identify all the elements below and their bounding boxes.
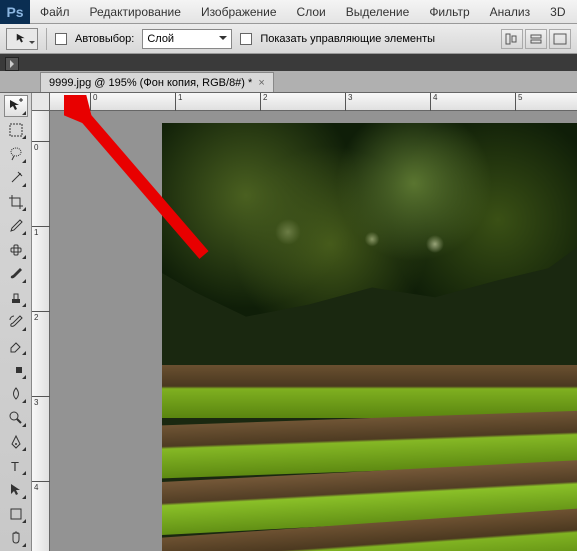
divider [46,28,47,50]
menu-3d[interactable]: 3D [540,0,575,24]
path-selection-tool[interactable] [4,479,28,501]
ruler-tick: 1 [32,226,50,237]
autoselect-target-value: Слой [147,33,174,45]
crop-tool[interactable] [4,191,28,213]
ruler-tick: 2 [32,311,50,322]
horizontal-ruler[interactable]: 0 1 2 3 4 5 [50,93,577,111]
brush-tool[interactable] [4,263,28,285]
document-tabs: 9999.jpg @ 195% (Фон копия, RGB/8#) * × [0,71,577,93]
history-brush-tool[interactable] [4,311,28,333]
blur-tool[interactable] [4,383,28,405]
marquee-tool[interactable] [4,119,28,141]
menu-filter[interactable]: Фильтр [419,0,479,24]
ruler-tick: 4 [32,481,50,492]
toolbox: T [0,93,32,551]
image-content [162,123,577,365]
move-tool-icon [15,32,29,46]
collapse-toolbox-button[interactable] [5,57,19,71]
eraser-tool[interactable] [4,335,28,357]
canvas-image[interactable] [162,123,577,551]
options-bar: Автовыбор: Слой Показать управляющие эле… [0,24,577,54]
menu-edit[interactable]: Редактирование [80,0,191,24]
shape-tool[interactable] [4,503,28,525]
menu-file[interactable]: Файл [30,0,80,24]
ruler-tick: 1 [175,93,182,111]
app-logo: Ps [0,0,30,24]
ruler-tick: 3 [32,396,50,407]
align-icon[interactable] [525,29,547,49]
align-icon[interactable] [501,29,523,49]
ruler-tick: 3 [345,93,352,111]
close-tab-icon[interactable]: × [258,77,264,89]
ruler-tick: 0 [32,141,50,152]
autoselect-checkbox[interactable] [55,33,67,45]
image-content [162,365,577,418]
healing-brush-tool[interactable] [4,239,28,261]
vertical-ruler[interactable]: 0 1 2 3 4 5 [32,111,50,551]
ruler-tick: 0 [90,93,97,111]
ruler-tick: 4 [430,93,437,111]
menu-layer[interactable]: Слои [287,0,336,24]
current-tool-indicator[interactable] [6,28,38,50]
show-controls-checkbox[interactable] [240,33,252,45]
dodge-tool[interactable] [4,407,28,429]
show-controls-label: Показать управляющие элементы [260,33,435,45]
hand-tool[interactable] [4,527,28,549]
svg-text:T: T [11,459,19,474]
lasso-tool[interactable] [4,143,28,165]
document-title: 9999.jpg @ 195% (Фон копия, RGB/8#) * [49,77,252,89]
document-tab[interactable]: 9999.jpg @ 195% (Фон копия, RGB/8#) * × [40,72,274,92]
ruler-origin[interactable] [32,93,50,111]
ruler-tick: 2 [260,93,267,111]
move-tool[interactable] [4,95,28,117]
type-tool[interactable]: T [4,455,28,477]
workspace: T 0 1 2 3 4 5 0 1 2 3 4 5 [0,93,577,551]
canvas-area[interactable]: 0 1 2 3 4 5 0 1 2 3 4 5 [32,93,577,551]
eyedropper-tool[interactable] [4,215,28,237]
clone-stamp-tool[interactable] [4,287,28,309]
ruler-tick: 5 [515,93,522,111]
menu-analysis[interactable]: Анализ [480,0,541,24]
pen-tool[interactable] [4,431,28,453]
gradient-tool[interactable] [4,359,28,381]
align-icon[interactable] [549,29,571,49]
align-icons-group [501,29,577,49]
panel-strip [0,54,577,71]
menu-bar: Ps Файл Редактирование Изображение Слои … [0,0,577,24]
magic-wand-tool[interactable] [4,167,28,189]
menu-image[interactable]: Изображение [191,0,287,24]
menu-select[interactable]: Выделение [336,0,420,24]
autoselect-target-dropdown[interactable]: Слой [142,29,232,49]
autoselect-label: Автовыбор: [75,33,134,45]
